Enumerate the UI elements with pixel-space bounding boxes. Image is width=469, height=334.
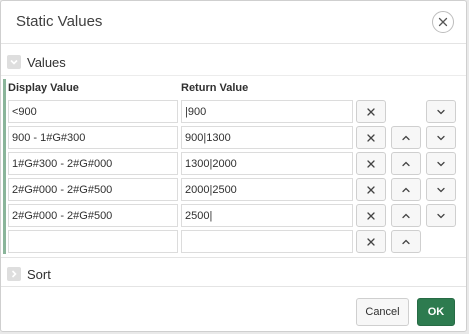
value-row: 2#G#000 - 2#G#500 2500|	[1, 204, 466, 230]
chevron-up-icon	[402, 239, 410, 244]
move-up-button[interactable]	[391, 230, 421, 253]
move-up-button[interactable]	[391, 178, 421, 201]
return-value-input[interactable]: 900|1300	[181, 126, 353, 149]
sort-section-toggle[interactable]: Sort	[7, 263, 51, 285]
x-icon	[367, 185, 375, 194]
move-down-button[interactable]	[426, 126, 456, 149]
remove-row-button[interactable]	[356, 100, 386, 123]
move-down-button[interactable]	[426, 100, 456, 123]
remove-row-button[interactable]	[356, 152, 386, 175]
value-row: 2#G#000 - 2#G#500 2000|2500	[1, 178, 466, 204]
move-down-button[interactable]	[426, 178, 456, 201]
display-value-header: Display Value	[8, 82, 79, 94]
remove-row-button[interactable]	[356, 178, 386, 201]
display-value-input[interactable]: 900 - 1#G#300	[8, 126, 178, 149]
display-value-input[interactable]: 1#G#300 - 2#G#000	[8, 152, 178, 175]
return-value-input[interactable]: 2500|	[181, 204, 353, 227]
x-icon	[367, 107, 375, 116]
move-down-button[interactable]	[426, 152, 456, 175]
divider	[1, 286, 466, 287]
return-value-input[interactable]: 1300|2000	[181, 152, 353, 175]
static-values-dialog: Static Values Values Display Value Retur…	[0, 0, 467, 332]
x-icon	[367, 237, 375, 246]
dialog-header: Static Values	[1, 1, 466, 44]
value-row: 900 - 1#G#300 900|1300	[1, 126, 466, 152]
chevron-down-icon	[437, 135, 445, 140]
dialog-title: Static Values	[16, 13, 103, 30]
remove-row-button[interactable]	[356, 204, 386, 227]
chevron-up-icon	[402, 187, 410, 192]
divider	[1, 75, 466, 76]
sort-section-label: Sort	[27, 266, 51, 282]
chevron-down-icon	[437, 109, 445, 114]
chevron-up-icon	[402, 161, 410, 166]
chevron-down-icon	[437, 161, 445, 166]
cancel-button[interactable]: Cancel	[356, 298, 409, 326]
value-row: <900 |900	[1, 100, 466, 126]
divider	[1, 257, 466, 258]
move-up-button[interactable]	[391, 152, 421, 175]
x-icon	[367, 159, 375, 168]
chevron-down-icon	[7, 55, 21, 69]
return-value-input[interactable]: |900	[181, 100, 353, 123]
display-value-input[interactable]: 2#G#000 - 2#G#500	[8, 204, 178, 227]
chevron-right-icon	[7, 267, 21, 281]
chevron-down-icon	[437, 213, 445, 218]
chevron-up-icon	[402, 135, 410, 140]
remove-row-button[interactable]	[356, 126, 386, 149]
return-value-header: Return Value	[181, 82, 249, 94]
value-row: 1#G#300 - 2#G#000 1300|2000	[1, 152, 466, 178]
ok-button[interactable]: OK	[417, 298, 455, 326]
display-value-input[interactable]	[8, 230, 178, 253]
remove-row-button[interactable]	[356, 230, 386, 253]
x-icon	[367, 211, 375, 220]
chevron-up-icon	[402, 213, 410, 218]
move-down-button[interactable]	[426, 204, 456, 227]
display-value-input[interactable]: <900	[8, 100, 178, 123]
values-section-label: Values	[27, 54, 66, 70]
return-value-input[interactable]	[181, 230, 353, 253]
x-icon	[367, 133, 375, 142]
values-section-toggle[interactable]: Values	[7, 51, 66, 73]
return-value-input[interactable]: 2000|2500	[181, 178, 353, 201]
value-row	[1, 230, 466, 256]
close-button[interactable]	[432, 11, 454, 33]
chevron-down-icon	[437, 187, 445, 192]
display-value-input[interactable]: 2#G#000 - 2#G#500	[8, 178, 178, 201]
move-up-button[interactable]	[391, 204, 421, 227]
close-icon	[438, 17, 448, 27]
move-up-button[interactable]	[391, 126, 421, 149]
